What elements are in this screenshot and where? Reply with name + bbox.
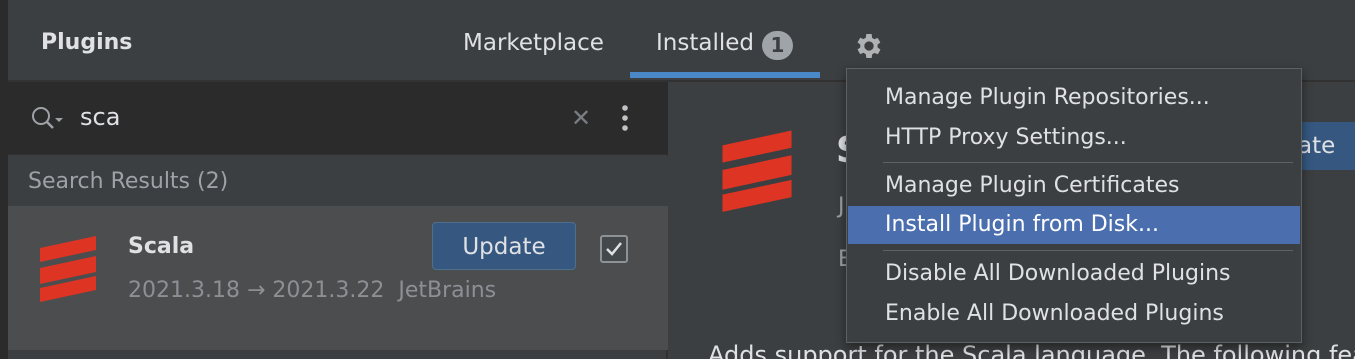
more-options-icon[interactable] [620,104,630,134]
detail-description: Adds support for the Scala language. The… [708,341,1355,359]
detail-vendor: J [838,194,845,219]
menu-item-manage-certificates[interactable]: Manage Plugin Certificates [848,167,1300,205]
installed-count-badge: 1 [762,31,793,60]
gear-icon[interactable] [853,30,885,62]
plugin-version-info: 2021.3.18 → 2021.3.22 JetBrains [128,278,496,303]
plugin-enabled-checkbox[interactable] [600,235,628,263]
search-bar: sca ✕ [8,82,668,155]
search-input[interactable]: sca [80,103,120,131]
search-icon[interactable] [30,104,70,134]
scala-logo-icon [722,130,792,212]
menu-item-http-proxy[interactable]: HTTP Proxy Settings... [848,119,1300,157]
menu-separator [883,162,1293,163]
tab-installed[interactable]: Installed [656,30,754,56]
menu-separator [883,250,1293,251]
tab-marketplace[interactable]: Marketplace [463,30,604,56]
menu-item-install-from-disk[interactable]: Install Plugin from Disk... [848,206,1300,244]
menu-item-manage-repositories[interactable]: Manage Plugin Repositories... [848,79,1300,117]
plugin-vendor: JetBrains [398,278,497,303]
menu-item-disable-downloaded[interactable]: Disable All Downloaded Plugins [848,255,1300,293]
page-title: Plugins [41,30,133,55]
settings-dropdown-menu: Manage Plugin Repositories... HTTP Proxy… [846,68,1302,343]
checkmark-icon [606,242,622,256]
search-results-label: Search Results (2) [28,169,229,194]
active-tab-indicator [630,72,820,78]
left-edge [0,0,8,359]
update-button[interactable]: Update [432,222,576,270]
menu-item-enable-downloaded[interactable]: Enable All Downloaded Plugins [848,295,1300,333]
plugin-name: Scala [128,234,195,259]
clear-search-icon[interactable]: ✕ [571,104,591,132]
plugin-list-panel: sca ✕ Search Results (2) Scala 2021.3.18… [8,82,668,359]
search-results-header: Search Results (2) [8,156,668,206]
scala-logo-icon [40,236,96,302]
plugins-settings: Plugins Marketplace Installed 1 sca ✕ Se [0,0,1355,359]
plugin-list-item[interactable]: Scala 2021.3.18 → 2021.3.22 JetBrains Up… [8,206,668,350]
plugin-version: 2021.3.18 → 2021.3.22 [128,278,385,303]
